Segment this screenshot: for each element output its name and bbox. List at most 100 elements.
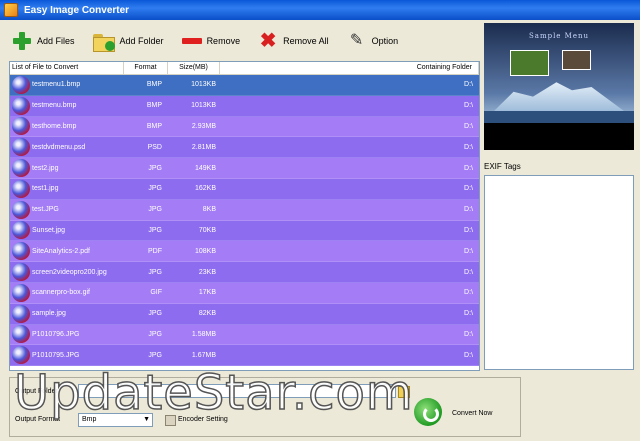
file-size: 82KB: [198, 310, 216, 318]
file-name: test1.jpg: [32, 185, 59, 193]
file-folder: D:\: [464, 102, 473, 110]
file-name: SiteAnalytics-2.pdf: [32, 247, 90, 255]
image-file-icon: [12, 117, 30, 136]
output-format-value: Bmp: [82, 416, 97, 423]
column-header-folder[interactable]: Containing Folder: [220, 62, 479, 74]
image-file-icon: [12, 75, 30, 94]
file-name: screen2videopro200.jpg: [32, 268, 107, 276]
output-format-select[interactable]: Bmp ▼: [78, 413, 153, 427]
exif-panel[interactable]: [484, 175, 634, 370]
table-row[interactable]: P1010796.JPG JPG 1.58MB D:\: [10, 324, 479, 346]
file-format: PSD: [147, 143, 162, 151]
folder-icon[interactable]: [398, 386, 410, 398]
column-header-size[interactable]: Size(MB): [168, 62, 220, 74]
file-format: GIF: [150, 289, 162, 297]
file-name-cell: scannerpro-box.gif: [10, 283, 124, 302]
remove-button[interactable]: Remove: [181, 27, 240, 55]
table-row[interactable]: scannerpro-box.gif GIF 17KB D:\: [10, 282, 479, 304]
remove-all-button[interactable]: ✖ Remove All: [258, 27, 329, 55]
file-format: JPG: [148, 164, 162, 172]
file-name-cell: Sunset.jpg: [10, 221, 124, 240]
option-button[interactable]: ✎ Option: [347, 27, 399, 55]
column-header-format[interactable]: Format: [124, 62, 168, 74]
file-folder: D:\: [464, 206, 473, 214]
file-name: test2.jpg: [32, 164, 59, 172]
table-row[interactable]: test.JPG JPG 8KB D:\: [10, 199, 479, 221]
file-folder: D:\: [464, 185, 473, 193]
file-folder: D:\: [464, 268, 473, 276]
file-name-cell: sample.jpg: [10, 304, 124, 323]
file-name-cell: test2.jpg: [10, 159, 124, 178]
image-file-icon: [12, 346, 30, 365]
image-file-icon: [12, 159, 30, 178]
table-row[interactable]: Sunset.jpg JPG 70KB D:\: [10, 220, 479, 242]
file-name-cell: testhome.bmp: [10, 117, 124, 136]
file-format: JPG: [148, 268, 162, 276]
output-format-label: Output Format: [15, 416, 61, 423]
file-folder: D:\: [464, 122, 473, 130]
table-row[interactable]: P1010795.JPG JPG 1.67MB D:\: [10, 345, 479, 367]
file-format: JPG: [148, 185, 162, 193]
add-folder-label: Add Folder: [119, 36, 164, 46]
folder-add-icon: [92, 32, 115, 52]
image-file-icon: [12, 325, 30, 344]
title-bar: Easy Image Converter: [0, 0, 640, 20]
image-file-icon: [12, 200, 30, 219]
file-folder: D:\: [464, 247, 473, 255]
table-row[interactable]: testhome.bmp BMP 2.93MB D:\: [10, 116, 479, 138]
table-row[interactable]: testdvdmenu.psd PSD 2.81MB D:\: [10, 137, 479, 159]
file-folder: D:\: [464, 226, 473, 234]
file-name: testhome.bmp: [32, 122, 77, 130]
table-row[interactable]: testmenu1.bmp BMP 1013KB D:\: [10, 75, 479, 96]
file-name: testdvdmenu.psd: [32, 143, 86, 151]
image-file-icon: [12, 138, 30, 157]
file-name: testmenu1.bmp: [32, 81, 81, 89]
file-format: BMP: [146, 81, 162, 89]
image-file-icon: [12, 283, 30, 302]
file-format: JPG: [148, 330, 162, 338]
encoder-setting-button[interactable]: Encoder Setting: [178, 416, 228, 423]
image-file-icon: [12, 96, 30, 115]
file-format: BMP: [146, 122, 162, 130]
table-row[interactable]: screen2videopro200.jpg JPG 23KB D:\: [10, 262, 479, 283]
file-size: 2.81MB: [191, 143, 216, 151]
file-name: sample.jpg: [32, 310, 66, 318]
file-list[interactable]: List of File to Convert Format Size(MB) …: [9, 61, 480, 371]
output-folder-input[interactable]: [78, 384, 396, 398]
table-row[interactable]: test1.jpg JPG 162KB D:\: [10, 178, 479, 200]
app-icon: [4, 3, 18, 17]
image-preview: Sample Menu: [484, 23, 634, 150]
convert-icon[interactable]: [414, 398, 442, 426]
table-row[interactable]: SiteAnalytics-2.pdf PDF 108KB D:\: [10, 241, 479, 263]
option-label: Option: [371, 36, 399, 46]
table-row[interactable]: test2.jpg JPG 149KB D:\: [10, 158, 479, 179]
file-folder: D:\: [464, 310, 473, 318]
file-size: 108KB: [194, 247, 216, 255]
file-size: 162KB: [194, 185, 216, 193]
table-row[interactable]: sample.jpg JPG 82KB D:\: [10, 303, 479, 325]
file-format: JPG: [148, 351, 162, 359]
file-name-cell: screen2videopro200.jpg: [10, 263, 124, 282]
file-name: scannerpro-box.gif: [32, 289, 90, 297]
toolbar: Add Files Add Folder Remove ✖ Remove All…: [0, 22, 480, 60]
file-folder: D:\: [464, 81, 473, 89]
add-files-button[interactable]: Add Files: [12, 27, 75, 55]
file-folder: D:\: [464, 164, 473, 172]
pen-icon: ✎: [349, 32, 364, 49]
remove-icon: [181, 31, 202, 51]
preview-thumbnail: [562, 50, 591, 70]
file-size: 70KB: [198, 226, 216, 234]
convert-now-button[interactable]: Convert Now: [452, 410, 492, 417]
settings-icon[interactable]: [165, 415, 176, 426]
file-folder: D:\: [464, 351, 473, 359]
file-format: JPG: [148, 226, 162, 234]
preview-thumbnail: [510, 50, 549, 76]
add-folder-button[interactable]: Add Folder: [92, 27, 164, 55]
file-size: 149KB: [194, 164, 216, 172]
table-row[interactable]: testmenu.bmp BMP 1013KB D:\: [10, 95, 479, 117]
window-title: Easy Image Converter: [24, 4, 130, 16]
file-name-cell: test.JPG: [10, 200, 124, 219]
file-name-cell: test1.jpg: [10, 179, 124, 198]
column-header-name[interactable]: List of File to Convert: [10, 62, 124, 74]
file-name-cell: SiteAnalytics-2.pdf: [10, 242, 124, 261]
